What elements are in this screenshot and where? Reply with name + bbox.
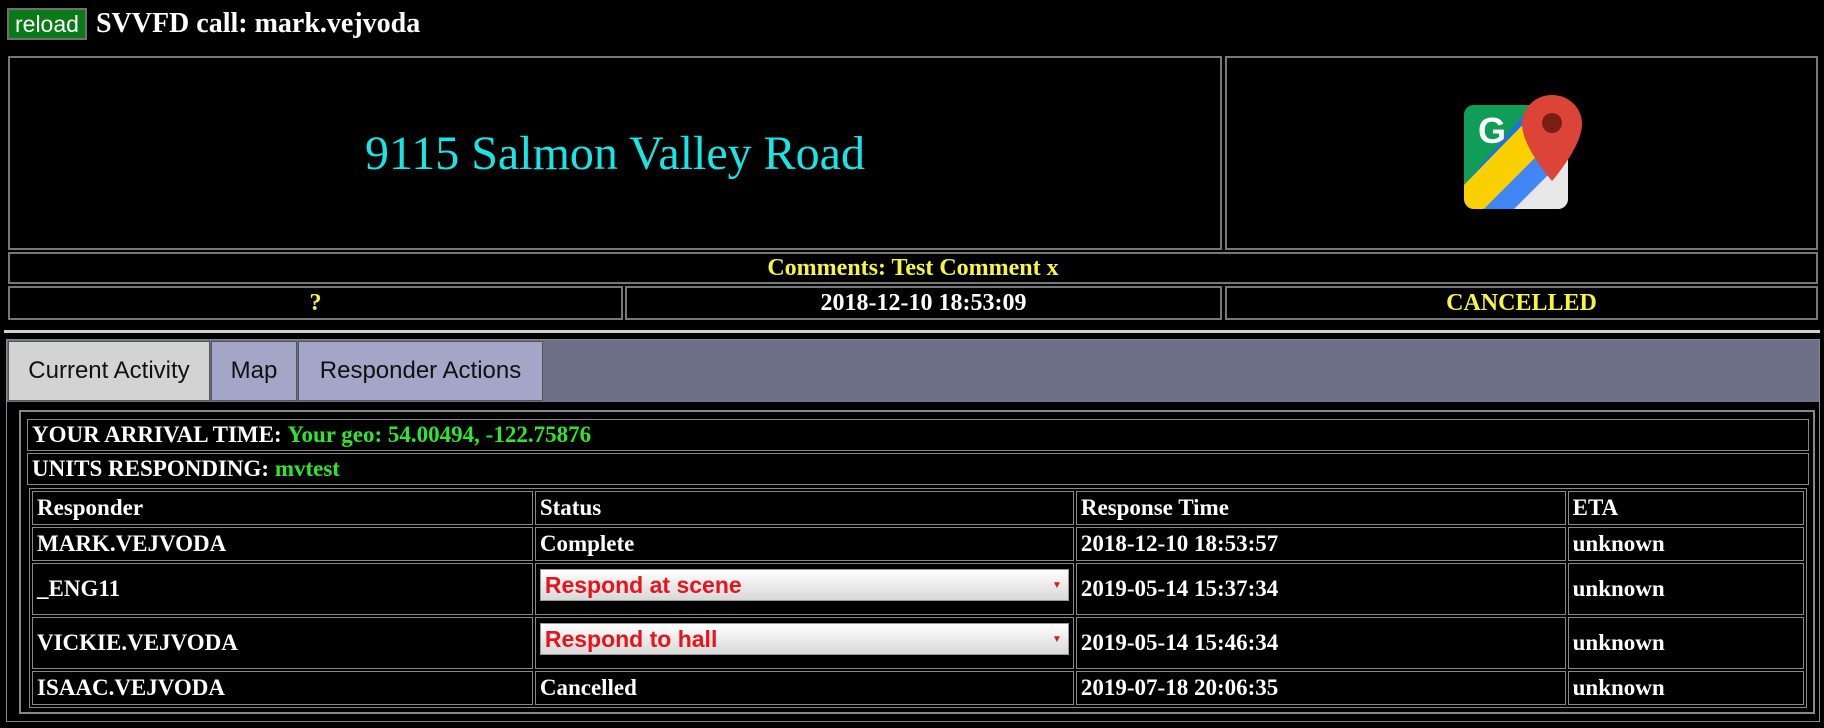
response-time: 2019-07-18 20:06:35 bbox=[1075, 671, 1566, 705]
google-maps-icon[interactable]: G bbox=[1462, 95, 1582, 211]
status-select-value: Respond at scene bbox=[544, 571, 742, 598]
responder-eta: unknown bbox=[1567, 671, 1804, 705]
tab-map[interactable]: Map bbox=[211, 341, 297, 401]
column-header-eta: ETA bbox=[1567, 491, 1804, 525]
column-header-status: Status bbox=[534, 491, 1074, 525]
map-link[interactable]: G bbox=[1225, 56, 1818, 250]
responder-name: VICKIE.VEJVODA bbox=[32, 617, 533, 669]
table-row: MARK.VEJVODA Complete 2018-12-10 18:53:5… bbox=[32, 527, 1804, 561]
divider bbox=[4, 330, 1820, 333]
responder-eta: unknown bbox=[1567, 563, 1804, 615]
responder-status: Cancelled bbox=[534, 671, 1074, 705]
response-time: 2019-05-14 15:37:34 bbox=[1075, 563, 1566, 615]
table-row: _ENG11 Respond at scene ▼ 2019-05-14 15:… bbox=[32, 563, 1804, 615]
responder-name: MARK.VEJVODA bbox=[32, 527, 533, 561]
arrival-time-label: YOUR ARRIVAL TIME: bbox=[32, 422, 282, 447]
status-select[interactable]: Respond at scene ▼ bbox=[539, 569, 1069, 601]
call-datetime: 2018-12-10 18:53:09 bbox=[625, 286, 1222, 320]
current-activity-panel: YOUR ARRIVAL TIME: Your geo: 54.00494, -… bbox=[19, 410, 1815, 714]
responder-status-cell: Respond at scene ▼ bbox=[534, 563, 1074, 615]
table-row: ISAAC.VEJVODA Cancelled 2019-07-18 20:06… bbox=[32, 671, 1804, 705]
call-status: CANCELLED bbox=[1225, 286, 1818, 320]
units-value: mvtest bbox=[274, 456, 340, 481]
responder-name: ISAAC.VEJVODA bbox=[32, 671, 533, 705]
unknown-marker: ? bbox=[8, 286, 623, 320]
tab-bar: Current Activity Map Responder Actions bbox=[7, 340, 1819, 402]
top-bar: reload SVVFD call: mark.vejvoda bbox=[7, 6, 420, 42]
column-header-responder: Responder bbox=[32, 491, 533, 525]
units-responding-label: UNITS RESPONDING: bbox=[32, 456, 270, 481]
call-address: 9115 Salmon Valley Road bbox=[8, 56, 1222, 250]
table-row: VICKIE.VEJVODA Respond to hall ▼ 2019-05… bbox=[32, 617, 1804, 669]
responder-eta: unknown bbox=[1567, 617, 1804, 669]
column-header-response-time: Response Time bbox=[1075, 491, 1566, 525]
tab-responder-actions[interactable]: Responder Actions bbox=[298, 341, 543, 401]
responder-status-cell: Respond to hall ▼ bbox=[534, 617, 1074, 669]
dropdown-arrow-icon: ▼ bbox=[1051, 579, 1062, 591]
units-responding-row: UNITS RESPONDING: mvtest bbox=[27, 453, 1809, 485]
status-select-value: Respond to hall bbox=[544, 625, 718, 652]
dropdown-arrow-icon: ▼ bbox=[1051, 633, 1062, 645]
reload-button[interactable]: reload bbox=[7, 8, 87, 40]
response-time: 2019-05-14 15:46:34 bbox=[1075, 617, 1566, 669]
responder-name: _ENG11 bbox=[32, 563, 533, 615]
status-select[interactable]: Respond to hall ▼ bbox=[539, 623, 1069, 655]
table-header-row: Responder Status Response Time ETA bbox=[32, 491, 1804, 525]
tab-current-activity[interactable]: Current Activity bbox=[8, 341, 210, 401]
response-time: 2018-12-10 18:53:57 bbox=[1075, 527, 1566, 561]
page-title: SVVFD call: mark.vejvoda bbox=[95, 8, 421, 39]
responder-status: Complete bbox=[534, 527, 1074, 561]
responders-table: Responder Status Response Time ETA MARK.… bbox=[29, 488, 1807, 708]
responder-eta: unknown bbox=[1567, 527, 1804, 561]
geo-value: Your geo: 54.00494, -122.75876 bbox=[287, 422, 592, 447]
arrival-time-row: YOUR ARRIVAL TIME: Your geo: 54.00494, -… bbox=[27, 419, 1809, 451]
tab-container: Current Activity Map Responder Actions Y… bbox=[6, 339, 1820, 722]
call-comments: Comments: Test Comment x bbox=[8, 252, 1818, 284]
svg-text:G: G bbox=[1478, 110, 1506, 151]
